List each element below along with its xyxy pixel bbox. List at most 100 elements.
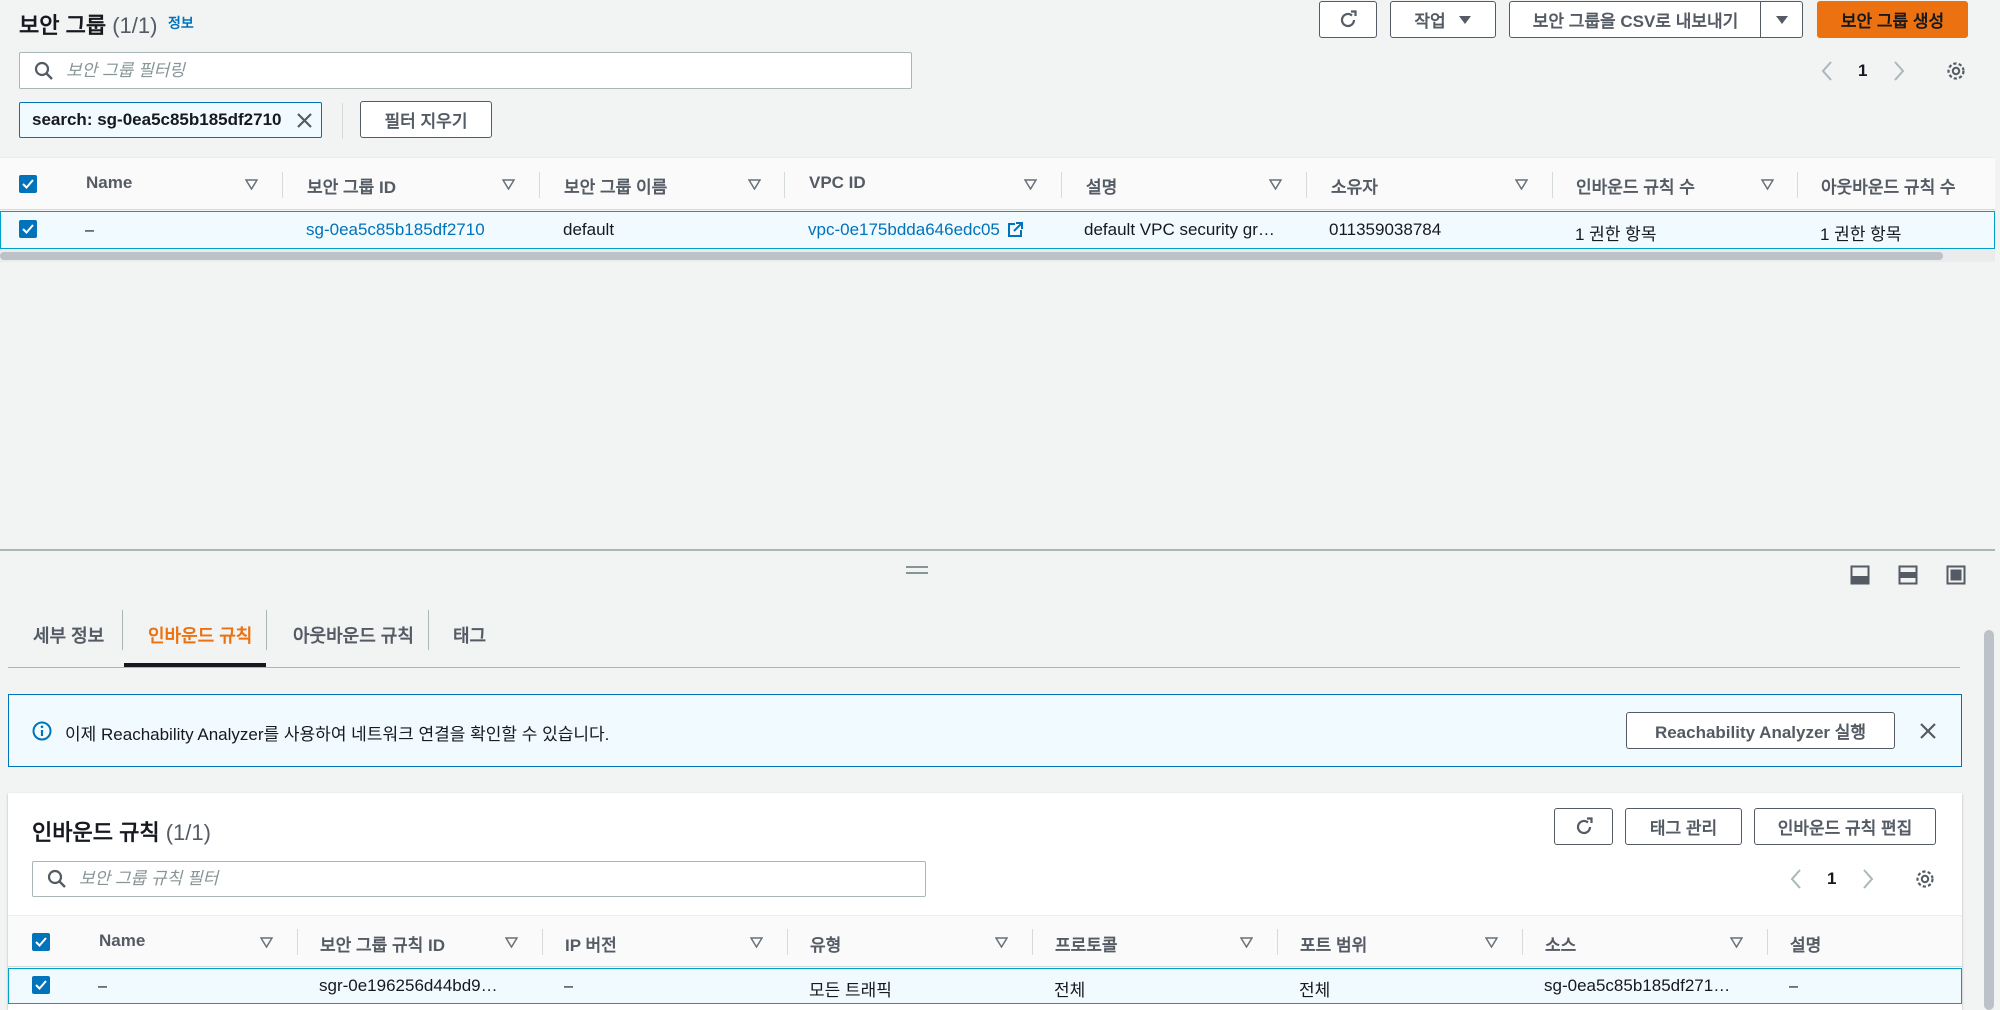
col-header-inbound-count[interactable]: 인바운드 규칙 수 (1576, 173, 1695, 198)
cell-description: default VPC security gr… (1084, 220, 1275, 239)
export-csv-dropdown-button[interactable] (1760, 1, 1803, 38)
reachability-analyzer-label: Reachability Analyzer 실행 (1654, 723, 1867, 742)
prev-page-icon[interactable] (1789, 868, 1803, 890)
info-link[interactable]: 정보 (168, 13, 194, 33)
col-header-ip-version[interactable]: IP 버전 (565, 931, 617, 956)
settings-gear-icon[interactable] (1944, 59, 1968, 83)
reachability-analyzer-button[interactable]: Reachability Analyzer 실행 (1626, 712, 1895, 749)
col-header-description[interactable]: 설명 (1790, 931, 1821, 956)
next-page-icon[interactable] (1892, 60, 1906, 82)
sort-icon[interactable] (1515, 179, 1528, 190)
panel-position-side-icon[interactable] (1898, 565, 1918, 585)
col-divider (1277, 929, 1278, 955)
col-divider (1767, 929, 1768, 955)
edit-inbound-rules-label: 인바운드 규칙 편집 (1777, 819, 1913, 838)
page-number[interactable]: 1 (1827, 869, 1836, 889)
horizontal-scrollbar-track[interactable] (0, 250, 1995, 262)
cell-source-link[interactable]: sg-0ea5c85b185df271… (1544, 976, 1754, 996)
sort-icon[interactable] (1485, 937, 1498, 948)
export-csv-button[interactable]: 보안 그룹을 CSV로 내보내기 (1509, 1, 1762, 38)
col-divider (282, 172, 283, 198)
rule-search-input[interactable] (32, 861, 926, 897)
settings-gear-icon[interactable] (1913, 867, 1937, 891)
info-banner-text: 이제 Reachability Analyzer를 사용하여 네트워크 연결을 … (65, 725, 610, 744)
actions-dropdown-button[interactable]: 작업 (1390, 1, 1496, 38)
sort-icon[interactable] (748, 179, 761, 190)
panel-position-bottom-icon[interactable] (1850, 565, 1870, 585)
row-checkbox[interactable] (19, 220, 37, 238)
create-security-group-button[interactable]: 보안 그룹 생성 (1817, 1, 1968, 38)
edit-inbound-rules-button[interactable]: 인바운드 규칙 편집 (1754, 808, 1936, 845)
clear-filters-button[interactable]: 필터 지우기 (360, 101, 492, 138)
col-header-port-range[interactable]: 포트 범위 (1300, 931, 1367, 956)
next-page-icon[interactable] (1861, 868, 1875, 890)
clear-filters-label: 필터 지우기 (384, 112, 468, 131)
sort-icon[interactable] (1761, 179, 1774, 190)
col-header-protocol[interactable]: 프로토콜 (1055, 931, 1118, 956)
manage-tags-label: 태그 관리 (1649, 819, 1718, 838)
tab-tags[interactable]: 태그 (453, 622, 486, 648)
cell-outbound-count: 1 권한 항목 (1820, 225, 1902, 244)
export-csv-label: 보안 그룹을 CSV로 내보내기 (1532, 12, 1739, 31)
col-header-rule-id[interactable]: 보안 그룹 규칙 ID (320, 931, 445, 956)
remove-filter-icon[interactable] (296, 112, 313, 129)
sort-icon[interactable] (750, 937, 763, 948)
sort-icon[interactable] (1269, 179, 1282, 190)
tab-outbound-rules[interactable]: 아웃바운드 규칙 (293, 622, 414, 648)
rule-search-field[interactable] (79, 869, 782, 889)
sort-icon[interactable] (245, 179, 258, 190)
manage-tags-button[interactable]: 태그 관리 (1625, 808, 1742, 845)
panel-position-full-icon[interactable] (1946, 565, 1966, 585)
select-all-checkbox[interactable] (32, 933, 50, 951)
search-icon (34, 61, 53, 80)
col-header-name[interactable]: Name (99, 931, 145, 951)
sort-icon[interactable] (260, 937, 273, 948)
sort-icon[interactable] (1240, 937, 1253, 948)
col-header-sg-name[interactable]: 보안 그룹 이름 (564, 173, 667, 198)
table-row[interactable]: – sg-0ea5c85b185df2710 default vpc-0e175… (0, 211, 1995, 249)
tab-details[interactable]: 세부 정보 (33, 622, 104, 648)
tab-inbound-rules[interactable]: 인바운드 규칙 (148, 622, 252, 648)
cell-sg-id-link[interactable]: sg-0ea5c85b185df2710 (306, 220, 485, 240)
sort-icon[interactable] (1024, 179, 1037, 190)
cell-name: – (98, 976, 108, 995)
sort-icon[interactable] (502, 179, 515, 190)
page-number[interactable]: 1 (1858, 61, 1867, 81)
table-row[interactable]: – sgr-0e196256d44bd9… – 모든 트래픽 전체 전체 sg-… (8, 968, 1962, 1004)
sort-icon[interactable] (995, 937, 1008, 948)
col-header-owner[interactable]: 소유자 (1331, 173, 1378, 198)
inbound-refresh-button[interactable] (1554, 808, 1613, 845)
info-circle-icon (32, 721, 52, 741)
split-panel-divider[interactable] (0, 549, 1995, 551)
inbound-rules-count: (1/1) (165, 820, 211, 845)
cell-vpc-id-link[interactable]: vpc-0e175bdda646edc05 (808, 220, 1024, 240)
col-header-name[interactable]: Name (86, 173, 132, 193)
security-group-search-input[interactable] (19, 52, 912, 89)
col-header-description[interactable]: 설명 (1086, 173, 1117, 198)
prev-page-icon[interactable] (1820, 60, 1834, 82)
resize-handle-icon[interactable] (905, 565, 929, 575)
security-group-search-field[interactable] (66, 60, 768, 81)
top-panel: 보안 그룹 (1/1) 정보 작업 보안 그룹을 CSV로 내보내기 보안 그룹… (0, 0, 1995, 548)
horizontal-scrollbar-thumb[interactable] (0, 252, 1943, 260)
select-all-checkbox[interactable] (19, 175, 37, 193)
inbound-rules-container: 인바운드 규칙 (1/1) 태그 관리 인바운드 규칙 편집 1 Name 보안… (8, 793, 1962, 1010)
table-header: Name 보안 그룹 ID 보안 그룹 이름 VPC ID 설명 소유자 인바운… (0, 157, 1995, 210)
col-divider (1797, 172, 1798, 198)
refresh-button[interactable] (1319, 1, 1377, 38)
cell-rule-id: sgr-0e196256d44bd9… (319, 976, 498, 995)
col-header-sg-id[interactable]: 보안 그룹 ID (307, 173, 396, 198)
vertical-scrollbar-thumb[interactable] (1984, 630, 1994, 1010)
col-header-source[interactable]: 소스 (1545, 931, 1576, 956)
vpc-id-text: vpc-0e175bdda646edc05 (808, 220, 1000, 239)
col-header-vpc-id[interactable]: VPC ID (809, 173, 866, 193)
page-title: 보안 그룹 (1/1) (19, 8, 157, 40)
close-icon[interactable] (1919, 722, 1937, 740)
row-checkbox[interactable] (32, 976, 50, 994)
col-header-outbound-count[interactable]: 아웃바운드 규칙 수 (1821, 173, 1956, 198)
col-divider (539, 172, 540, 198)
sort-icon[interactable] (1730, 937, 1743, 948)
sort-icon[interactable] (505, 937, 518, 948)
col-header-type[interactable]: 유형 (810, 931, 841, 956)
col-divider (542, 929, 543, 955)
